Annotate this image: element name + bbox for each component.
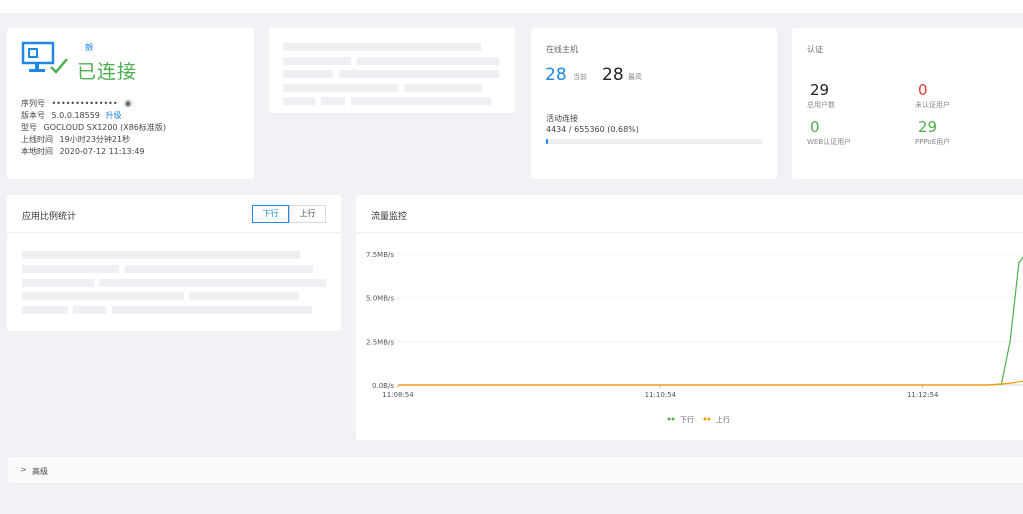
skeleton-line xyxy=(125,265,313,273)
skeleton-line xyxy=(357,57,499,65)
hosts-max: 28 xyxy=(602,65,624,85)
skeleton-line xyxy=(22,265,119,273)
unauth-users-label: 未认证用户 xyxy=(915,101,950,109)
legend-marker-upload xyxy=(707,417,711,421)
serial-value: •••••••••••••• xyxy=(51,99,118,108)
localtime-label: 本地时间 xyxy=(21,147,53,156)
legend-label-download: 下行 xyxy=(680,415,694,424)
uptime-value: 19小时23分钟21秒 xyxy=(59,135,131,144)
app-ratio-card: 应用比例统计 下行 上行 xyxy=(7,195,341,331)
hosts-title: 在线主机 xyxy=(546,45,578,54)
loading-card xyxy=(269,28,515,113)
x-tick-label: 11:12:54 xyxy=(907,391,939,399)
router-icon xyxy=(21,41,68,74)
pppoe-users-value: 29 xyxy=(918,118,938,136)
skeleton-line xyxy=(73,306,106,314)
version-label: 版本号 xyxy=(21,111,45,120)
legend-label-upload: 上行 xyxy=(716,415,730,424)
direction-toggle: 下行 上行 xyxy=(252,205,326,223)
uptime-row: 上线时间 19小时23分钟21秒 xyxy=(21,134,166,146)
y-tick-label: 7.5MB/s xyxy=(366,251,394,259)
x-tick-label: 11:08:54 xyxy=(382,391,414,399)
unauth-users-value: 0 xyxy=(918,81,928,99)
total-users-label: 总用户数 xyxy=(807,101,835,109)
skeleton-line xyxy=(99,279,326,287)
app-ratio-title: 应用比例统计 xyxy=(22,212,77,222)
active-connections-value: 4434 / 655360 (0.68%) xyxy=(546,125,639,134)
device-status-card: 覫 已连接 序列号 •••••••••••••• ◉ 版本号 5.0.0.185… xyxy=(7,28,254,179)
traffic-monitor-card: 流量监控 0.0B/s 2.5MB/s 5.0MB/s 7.5MB/s 11:08:54… xyxy=(356,195,1023,440)
skeleton-line xyxy=(112,306,312,314)
hosts-current-label: 当前 xyxy=(573,73,587,81)
web-users-value: 0 xyxy=(810,118,820,136)
skeleton-line xyxy=(22,279,94,287)
skeleton-line xyxy=(22,306,68,314)
skeleton-line xyxy=(283,97,315,105)
advanced-section[interactable]: > 高级 xyxy=(7,456,1023,484)
localtime-row: 本地时间 2020-07-12 11:13:49 xyxy=(21,146,166,158)
skeleton-line xyxy=(283,43,481,51)
app-ratio-header: 应用比例统计 下行 上行 xyxy=(7,195,341,233)
skeleton-line xyxy=(404,84,482,92)
version-row: 版本号 5.0.0.18559 升级 xyxy=(21,110,166,122)
legend-marker-download xyxy=(667,417,671,421)
skeleton-line xyxy=(321,97,345,105)
model-row: 型号 GOCLOUD SX1200 (X86标准版) xyxy=(21,122,166,134)
hosts-max-label: 最高 xyxy=(628,73,642,81)
serial-label: 序列号 xyxy=(21,99,45,108)
uptime-label: 上线时间 xyxy=(21,135,53,144)
localtime-value: 2020-07-12 11:13:49 xyxy=(59,147,145,156)
upgrade-link[interactable]: 升级 xyxy=(105,111,121,120)
x-tick-label: 11:10:54 xyxy=(645,391,677,399)
online-hosts-card: 在线主机 28 当前 28 最高 活动连接 4434 / 655360 (0.6… xyxy=(531,28,777,179)
total-users-value: 29 xyxy=(810,81,830,99)
skeleton-line xyxy=(339,70,499,78)
skeleton-line xyxy=(22,292,184,300)
skeleton-line xyxy=(351,97,491,105)
y-tick-label: 0.0B/s xyxy=(372,382,394,390)
y-tick-label: 5.0MB/s xyxy=(366,295,394,303)
web-users-label: WEB认证用户 xyxy=(807,138,852,146)
skeleton-line xyxy=(283,70,333,78)
traffic-chart: 0.0B/s 2.5MB/s 5.0MB/s 7.5MB/s 11:08:54 11:10… xyxy=(366,251,1023,424)
advanced-label: 高级 xyxy=(32,467,48,476)
top-bar xyxy=(0,0,1023,13)
skeleton-line xyxy=(22,251,300,259)
version-value: 5.0.0.18559 xyxy=(51,111,100,120)
hosts-current: 28 xyxy=(545,65,567,85)
chevron-right-icon: > xyxy=(20,465,27,474)
skeleton-line xyxy=(283,84,399,92)
auth-card: 认证 29 总用户数 0 未认证用户 0 WEB认证用户 29 PPPoE用户 xyxy=(792,28,1023,179)
model-label: 型号 xyxy=(21,123,37,132)
series-line-upload xyxy=(398,380,1023,386)
tab-download[interactable]: 下行 xyxy=(252,205,289,223)
active-connections-bar xyxy=(546,139,762,144)
active-connections-title: 活动连接 xyxy=(546,114,578,123)
model-value: GOCLOUD SX1200 (X86标准版) xyxy=(43,123,167,132)
auth-title: 认证 xyxy=(807,45,823,54)
skeleton-line xyxy=(283,57,351,65)
legend-marker-upload xyxy=(703,417,707,421)
legend-marker-download xyxy=(671,417,675,421)
pppoe-users-label: PPPoE用户 xyxy=(915,138,951,146)
connection-status: 已连接 xyxy=(77,61,138,83)
series-line-download xyxy=(398,256,1023,386)
active-connections-fill xyxy=(546,139,548,144)
device-link[interactable]: 覫 xyxy=(85,42,93,53)
device-info-list: 序列号 •••••••••••••• ◉ 版本号 5.0.0.18559 升级 … xyxy=(21,98,166,158)
eye-icon[interactable]: ◉ xyxy=(124,98,132,110)
tab-upload[interactable]: 上行 xyxy=(289,205,326,223)
skeleton-line xyxy=(189,292,299,300)
y-tick-label: 2.5MB/s xyxy=(366,338,394,346)
serial-row: 序列号 •••••••••••••• ◉ xyxy=(21,98,166,110)
